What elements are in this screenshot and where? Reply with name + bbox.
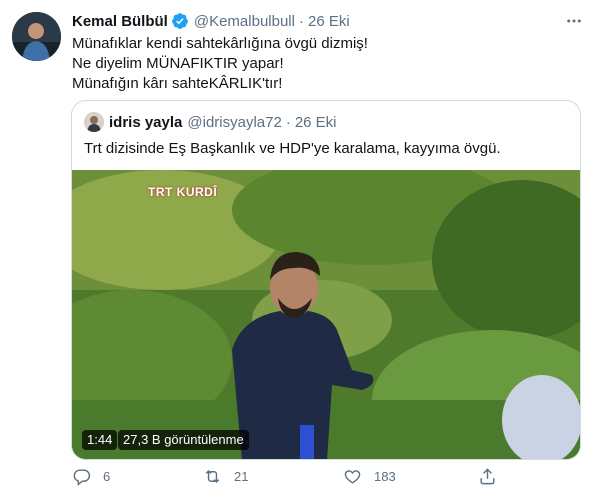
tweet-text-line: Münafığın kârı sahteKÂRLIK'tır!: [72, 75, 283, 92]
video-view-count: 27,3 B görüntülenme: [118, 430, 249, 450]
tweet-text: Münafıklar kendi sahtekârlığına övgü diz…: [72, 34, 582, 94]
channel-logo: TRT KURDÎ: [148, 185, 218, 199]
separator-dot: ·: [298, 12, 304, 30]
tweet-header: Kemal Bülbül @Kemalbulbull · 26 Eki: [72, 10, 350, 32]
share-button[interactable]: [478, 464, 497, 488]
reply-button[interactable]: 6: [72, 464, 110, 488]
tweet[interactable]: Kemal Bülbül @Kemalbulbull · 26 Eki Müna…: [0, 0, 596, 495]
retweet-button[interactable]: 21: [203, 464, 248, 488]
share-icon: [478, 467, 497, 486]
quoted-author-avatar: [84, 112, 104, 132]
quoted-author-name: idris yayla: [109, 113, 183, 131]
video-thumbnail: [72, 170, 580, 459]
video-duration: 1:44: [82, 430, 118, 450]
separator-dot: ·: [285, 113, 291, 131]
video-player[interactable]: TRT KURDÎ 1:44 27,3 B görüntülenme: [72, 170, 580, 459]
author-name[interactable]: Kemal Bülbül: [72, 13, 168, 30]
action-bar: 6 21 183: [72, 464, 512, 488]
retweet-count: 21: [234, 468, 249, 484]
like-count: 183: [374, 468, 396, 484]
tweet-text-line: Ne diyelim MÜNAFIKTIR yapar!: [72, 55, 284, 72]
author-avatar[interactable]: [12, 12, 61, 61]
heart-icon: [343, 467, 362, 486]
quoted-tweet[interactable]: idris yayla @idrisyayla72 · 26 Eki Trt d…: [71, 100, 581, 460]
reply-icon: [72, 467, 91, 486]
reply-count: 6: [103, 468, 111, 484]
tweet-date[interactable]: 26 Eki: [308, 13, 350, 30]
verified-badge-icon: [171, 12, 189, 30]
retweet-icon: [203, 467, 222, 486]
quoted-tweet-date: 26 Eki: [294, 113, 337, 131]
quoted-author-handle: @idrisyayla72: [187, 113, 282, 131]
quoted-tweet-header: idris yayla @idrisyayla72 · 26 Eki: [84, 111, 337, 133]
tweet-text-line: Münafıklar kendi sahtekârlığına övgü diz…: [72, 35, 368, 52]
author-handle[interactable]: @Kemalbulbull: [194, 13, 295, 30]
like-button[interactable]: 183: [343, 464, 396, 488]
more-options-icon[interactable]: [563, 10, 585, 32]
quoted-tweet-text: Trt dizisinde Eş Başkanlık ve HDP'ye kar…: [84, 140, 501, 157]
